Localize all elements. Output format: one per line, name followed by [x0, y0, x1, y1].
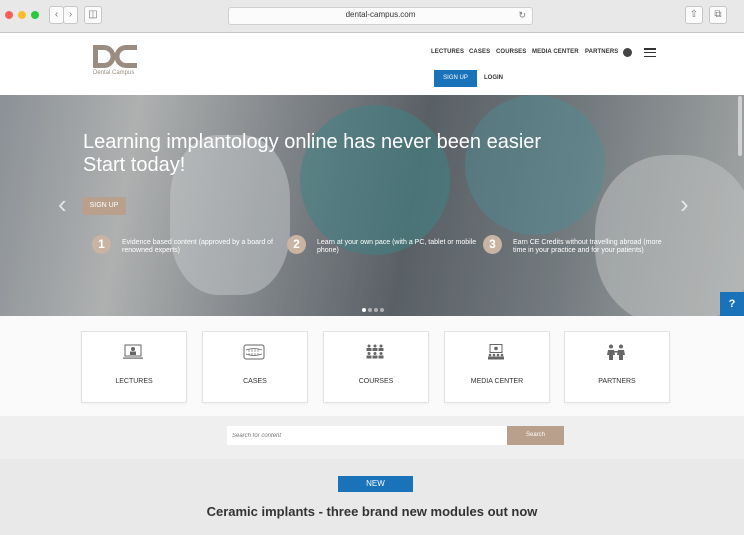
search-input[interactable]	[227, 426, 507, 445]
slide-dot[interactable]	[368, 308, 372, 312]
search-button[interactable]: Search	[507, 426, 564, 445]
minimize-window-button[interactable]	[18, 11, 26, 19]
back-icon: ‹	[54, 9, 59, 20]
share-icon: ⇧	[689, 9, 699, 20]
tile-media-center[interactable]: MEDIA CENTER	[444, 331, 550, 403]
hero-headline: Learning implantology online has never b…	[83, 131, 541, 177]
search-section: Search	[0, 416, 744, 459]
globe-icon[interactable]	[623, 48, 632, 57]
slide-dot[interactable]	[362, 308, 366, 312]
forward-icon: ›	[68, 9, 73, 20]
nav-partners[interactable]: PARTNERS	[585, 49, 618, 55]
zoom-window-button[interactable]	[31, 11, 39, 19]
step-number: 2	[287, 235, 306, 254]
signup-button[interactable]: SIGN UP	[434, 70, 477, 87]
tile-cases[interactable]: CASES	[202, 331, 308, 403]
step-number: 1	[92, 235, 111, 254]
hero-headline-line2: Start today!	[83, 154, 186, 176]
next-slide-icon[interactable]: ›	[680, 189, 689, 220]
prev-slide-icon[interactable]: ‹	[58, 189, 67, 220]
browser-toolbar: ‹ › ◫ dental-campus.com ↻ ⇧ ⧉	[0, 0, 744, 33]
step-text: Learn at your own pace (with a PC, table…	[317, 239, 477, 254]
tile-partners[interactable]: PARTNERS	[564, 331, 670, 403]
page-scrollbar[interactable]	[738, 96, 742, 156]
url-text: dental-campus.com	[345, 10, 416, 19]
address-bar[interactable]: dental-campus.com ↻	[228, 7, 533, 25]
slide-indicators	[362, 299, 386, 316]
new-badge: NEW	[338, 476, 413, 492]
hero-signup-button[interactable]: SIGN UP	[82, 197, 126, 215]
tile-label: MEDIA CENTER	[470, 378, 524, 385]
tile-label: PARTNERS	[598, 378, 636, 385]
nav-media-center[interactable]: MEDIA CENTER	[532, 49, 579, 55]
help-button[interactable]: ?	[720, 292, 744, 316]
close-window-button[interactable]	[5, 11, 13, 19]
slide-dot[interactable]	[380, 308, 384, 312]
logo-text: Dental Campus	[93, 70, 135, 76]
tile-label: COURSES	[358, 378, 394, 385]
slide-dot[interactable]	[374, 308, 378, 312]
category-tiles: LECTURES CASES COURSES MEDIA CENTER PART…	[0, 316, 744, 416]
sidebar-icon: ◫	[88, 9, 98, 20]
step-number: 3	[483, 235, 502, 254]
dental-campus-logo[interactable]	[93, 45, 137, 68]
audience-icon	[366, 344, 384, 359]
tile-courses[interactable]: COURSES	[323, 331, 429, 403]
tile-lectures[interactable]: LECTURES	[81, 331, 187, 403]
tabs-button[interactable]: ⧉	[709, 6, 727, 24]
site-header: Dental Campus LECTURES CASES COURSES MED…	[0, 33, 744, 95]
sidebar-button[interactable]: ◫	[84, 6, 102, 24]
hamburger-menu-icon[interactable]	[644, 48, 656, 59]
back-button[interactable]: ‹	[49, 6, 64, 24]
step-text: Earn CE Credits without travelling abroa…	[513, 239, 662, 254]
teeth-icon	[243, 344, 265, 360]
partners-icon	[607, 344, 625, 360]
new-modules-section: NEW Ceramic implants - three brand new m…	[0, 459, 744, 535]
tile-label: LECTURES	[115, 378, 153, 385]
login-link[interactable]: LOGIN	[484, 75, 503, 81]
tabs-icon: ⧉	[714, 9, 722, 20]
share-button[interactable]: ⇧	[685, 6, 703, 24]
new-section-title[interactable]: Ceramic implants - three brand new modul…	[0, 504, 744, 519]
lecture-icon	[123, 344, 143, 359]
hero-slider: Learning implantology online has never b…	[0, 95, 744, 316]
step-text: Evidence based content (approved by a bo…	[122, 239, 273, 254]
hero-headline-line1: Learning implantology online has never b…	[83, 131, 542, 153]
reload-icon[interactable]: ↻	[518, 10, 526, 21]
presentation-icon	[488, 344, 504, 360]
tile-label: CASES	[243, 378, 267, 385]
nav-cases[interactable]: CASES	[469, 49, 490, 55]
nav-lectures[interactable]: LECTURES	[431, 49, 464, 55]
forward-button[interactable]: ›	[63, 6, 78, 24]
nav-courses[interactable]: COURSES	[496, 49, 526, 55]
